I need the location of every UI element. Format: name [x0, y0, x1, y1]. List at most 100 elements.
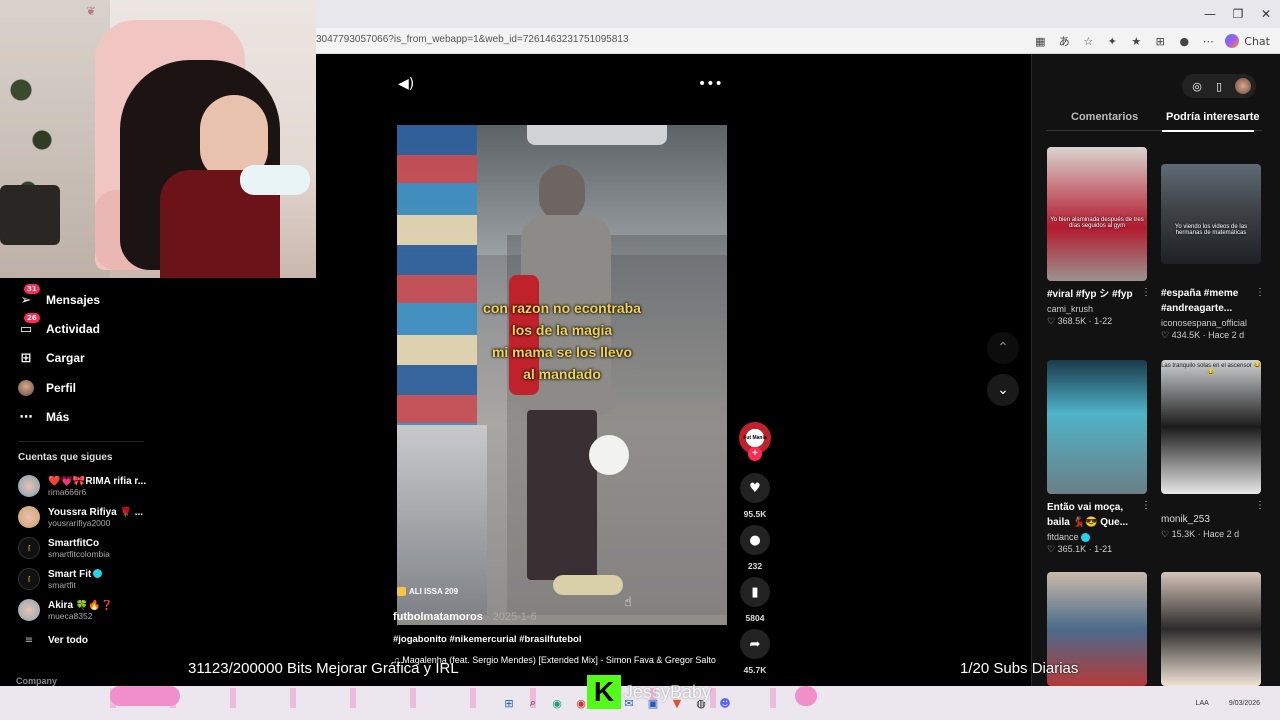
card-user: monik_253 [1161, 514, 1210, 525]
copilot-icon[interactable] [1222, 31, 1242, 51]
notification-badge: 26 [24, 313, 40, 323]
collections-icon[interactable]: ⊞ [1150, 31, 1170, 51]
subs-goal-text: 1/20 Subs Diarias [960, 660, 1079, 677]
chevron-up-icon: ⌃ [997, 340, 1009, 356]
more-icon[interactable]: ⋮ [1141, 500, 1151, 511]
windows-start-icon[interactable]: ⊞ [500, 694, 518, 712]
card-user: iconosespana_official [1161, 318, 1247, 328]
suggested-video-card[interactable]: Las tranquilo solas en el ascensor 😂😂 mo… [1161, 360, 1265, 540]
account-name: SmartfitCo [48, 537, 100, 549]
chat-button[interactable]: Chat [1244, 31, 1270, 51]
browser-toolbar: ▦ あ ☆ ✦ ★ ⊞ ● ⋯ Chat [1030, 31, 1270, 51]
video-thumbnail[interactable]: Yo viendo los videos de las hermanas de … [1161, 164, 1261, 264]
account-handle: smartfitcolombia [48, 548, 110, 559]
more-icon: ⋯ [19, 409, 33, 425]
tab-podria-interesarte[interactable]: Podría interesarte [1166, 111, 1260, 123]
search-icon[interactable]: ⌕ [524, 694, 542, 712]
url-field[interactable]: 3047793057066?is_from_webapp=1&web_id=72… [316, 34, 629, 45]
watermark-icon [397, 587, 406, 596]
following-account[interactable]: ſ SmartfitCo smartfitcolombia [18, 535, 110, 561]
following-account[interactable]: ſ Smart Fit smartfit [18, 566, 103, 592]
following-section-title: Cuentas que sigues [18, 452, 113, 463]
reader-icon[interactable]: ▦ [1030, 31, 1050, 51]
card-title: #viral #fyp シ #fyp [1047, 289, 1133, 300]
discord-icon[interactable]: ☻ [716, 694, 734, 712]
sidebar-item-perfil[interactable]: Perfil [18, 377, 76, 399]
video-player[interactable]: con razon no econtraba los de la magia m… [397, 125, 727, 625]
suggested-video-card[interactable]: Então vai moça, baila 💃🏽😎 Que... fitdanc… [1047, 360, 1151, 555]
compass-icon[interactable]: ◎ [1186, 75, 1208, 97]
following-account[interactable]: Youssra Rifiya 🌹 ... yousrarifiya2000 [18, 504, 143, 530]
mouse-cursor-icon: ☝ [624, 595, 632, 610]
more-icon[interactable]: ⋯ [1198, 31, 1218, 51]
save-button[interactable]: ▮ 5804 [739, 577, 771, 623]
video-thumbnail[interactable] [1161, 572, 1261, 686]
share-icon: ➦ [740, 629, 770, 659]
video-author[interactable]: futbolmatamoros · 2025-1-6 [393, 611, 537, 623]
active-tab-indicator [1162, 130, 1254, 132]
more-icon[interactable]: ⋮ [1255, 500, 1265, 511]
account-handle: yousrarifiya2000 [48, 517, 111, 528]
microphone [240, 165, 310, 195]
video-watermark: ALI ISSA 209 [397, 587, 458, 596]
more-icon[interactable]: ⋮ [1141, 287, 1151, 298]
upload-icon: ⊞ [20, 350, 32, 366]
volume-icon[interactable]: ◀) [398, 76, 414, 92]
video-thumbnail[interactable] [1047, 360, 1147, 494]
like-button[interactable]: ♥ 95.5K [739, 473, 771, 519]
video-hashtags[interactable]: #jogabonito #nikemercurial #brasilfutebo… [393, 634, 581, 645]
card-title: Então vai moça, baila 💃🏽😎 Que... [1047, 502, 1129, 528]
sidebar-item-label: Perfil [46, 381, 77, 395]
previous-video-button[interactable]: ⌃ [987, 332, 1019, 364]
sidebar-item-label: Cargar [46, 351, 85, 365]
account-handle: mueca8352 [48, 610, 93, 621]
sidebar-item-cargar[interactable]: ⊞ Cargar [18, 347, 85, 369]
kick-logo: K [587, 675, 621, 709]
streamer-name: JessyBaby [624, 682, 712, 702]
see-all-link[interactable]: ≡ Ver todo [18, 627, 88, 653]
sidebar-item-actividad[interactable]: ▭ 26 Actividad [18, 313, 100, 340]
next-video-button[interactable]: ⌄ [987, 374, 1019, 406]
comment-count: 232 [747, 561, 763, 571]
verified-icon [1080, 533, 1090, 543]
comment-button[interactable]: ● 232 [739, 525, 771, 571]
minimize-icon[interactable]: — [1196, 0, 1224, 28]
following-account[interactable]: Akira 🍀🔥❓ mueca8352 [18, 597, 113, 623]
card-meta: ♡ 434.5K · Hace 2 d [1161, 330, 1245, 340]
suggested-video-card[interactable]: Yo bien alaminada después de tres días s… [1047, 147, 1151, 327]
close-icon[interactable]: ✕ [1252, 0, 1280, 28]
paper-plane-icon: ➢ 31 [18, 284, 40, 308]
panel-toolbar: ◎ ▯ [1182, 74, 1256, 98]
suggested-video-card[interactable]: Yo viendo los videos de las hermanas de … [1161, 164, 1265, 341]
more-icon[interactable]: ⋮ [1255, 287, 1265, 298]
screen: — ❐ ✕ 3047793057066?is_from_webapp=1&web… [0, 0, 1280, 720]
phone-icon[interactable]: ▯ [1208, 75, 1230, 97]
restore-icon[interactable]: ❐ [1224, 0, 1252, 28]
tab-comentarios[interactable]: Comentarios [1071, 111, 1138, 123]
following-account[interactable]: ❤️💗🎀RIMA rifia r... rima666r6 [18, 473, 146, 499]
clock-date[interactable]: 9/03/2026 [1229, 700, 1260, 707]
extensions-icon[interactable]: ✦ [1102, 31, 1122, 51]
heart-icon: ♥ [740, 473, 770, 503]
post-date: · 2025-1-6 [485, 611, 537, 623]
sidebar-item-mas[interactable]: ⋯ Más [18, 406, 70, 428]
butterfly-icon: ❦ [86, 4, 97, 18]
translate-icon[interactable]: あ [1054, 31, 1074, 51]
edge-icon[interactable]: ◉ [548, 694, 566, 712]
follow-plus-icon[interactable]: + [748, 447, 762, 461]
verified-icon [93, 569, 103, 579]
star-icon[interactable]: ☆ [1078, 31, 1098, 51]
more-options-icon[interactable]: ••• [698, 76, 723, 92]
company-link[interactable]: Company [16, 676, 57, 686]
suggested-video-card[interactable] [1161, 572, 1261, 686]
favorites-icon[interactable]: ★ [1126, 31, 1146, 51]
sidebar-item-mensajes[interactable]: ➢ 31 Mensajes [18, 284, 100, 311]
caption-line: al mandado [523, 366, 601, 382]
card-meta: ♡ 15.3K · Hace 2 d [1161, 529, 1240, 539]
language-indicator[interactable]: LAA [1196, 700, 1209, 707]
video-thumbnail[interactable]: Las tranquilo solas en el ascensor 😂😂 [1161, 360, 1261, 494]
share-button[interactable]: ➦ 45.7K [739, 629, 771, 675]
profile-icon[interactable]: ● [1174, 31, 1194, 51]
user-avatar[interactable] [1230, 75, 1252, 97]
video-thumbnail[interactable]: Yo bien alaminada después de tres días s… [1047, 147, 1147, 281]
